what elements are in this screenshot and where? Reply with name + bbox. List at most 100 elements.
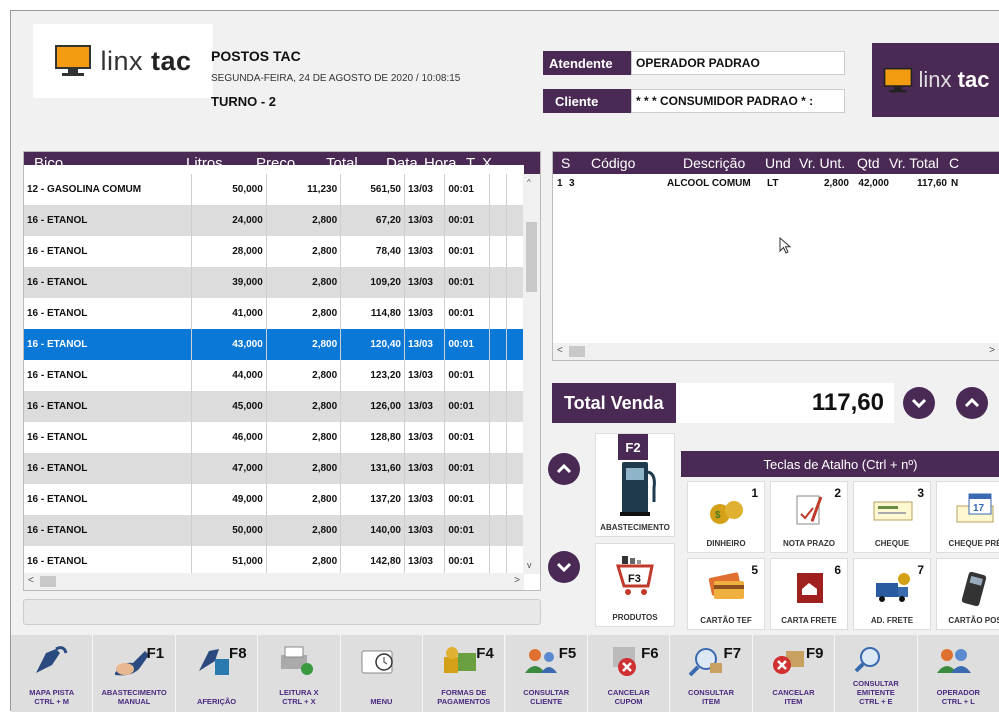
col-codigo[interactable]: Código [577,155,669,171]
shopping-cart-icon: F3 [616,556,654,595]
items-hscrollbar[interactable]: < > [553,343,999,360]
col-x[interactable]: X [478,155,494,172]
message-bar [23,599,541,625]
pump-row[interactable]: 16 - ETANOL 46,000 2,800 128,80 13/03 00:01 [24,422,525,453]
cancel-item-icon [772,651,804,674]
cell-bico: 16 - ETANOL [24,298,193,329]
pump-grid-header: Bico Litros Preço Total Data Hora T X [24,152,540,174]
shortcut-cheque-pré[interactable]: 417CHEQUE PRÉ [936,481,999,553]
pump-row[interactable]: 12 - GASOLINA COMUM 50,000 11,230 561,50 13/… [24,174,525,205]
hscroll-thumb[interactable] [569,346,585,357]
pump-row[interactable]: 16 - ETANOL 28,000 2,800 78,40 13/03 00:01 [24,236,525,267]
pump-hscrollbar[interactable]: < > [24,573,524,590]
logo-text-bold: tac [151,45,192,76]
scroll-up-button[interactable] [956,387,988,419]
cell-x [506,391,525,422]
col-s[interactable]: S [553,155,577,171]
cell-total: 561,50 [340,174,405,205]
cell-total: 123,20 [340,360,405,391]
toolbar-button-abastecimento[interactable]: F1 ABASTECIMENTO MANUAL [93,635,176,712]
toolbar-button-leitura-x[interactable]: LEITURA X CTRL + X [258,635,341,712]
cell-hora: 00:01 [444,236,490,267]
toolbar-button-consultar[interactable]: F7 CONSULTAR ITEM [670,635,753,712]
pump-row[interactable]: 16 - ETANOL 39,000 2,800 109,20 13/03 00:01 [24,267,525,298]
pump-scrollbar[interactable]: ^ v [523,174,540,574]
cell-s: 1 [557,177,563,189]
freight-letter-icon [797,573,823,603]
toolbar-button-consultar[interactable]: CONSULTAR EMITENTE CTRL + E [835,635,918,712]
shortcut-cartão-pos[interactable]: 8CARTÃO POS [936,558,999,630]
toolbar-button-menu[interactable]: MENU [340,635,424,712]
toolbar-button-consultar[interactable]: F5 CONSULTAR CLIENTE [505,635,588,712]
pump-row[interactable]: 16 - ETANOL 44,000 2,800 123,20 13/03 00:01 [24,360,525,391]
col-data[interactable]: Data [382,155,420,172]
pump-row[interactable]: 16 - ETANOL 41,000 2,800 114,80 13/03 00:01 [24,298,525,329]
pump-row[interactable]: 16 - ETANOL 47,000 2,800 131,60 13/03 00:01 [24,453,525,484]
toolbar-button-mapa-pista[interactable]: MAPA PISTA CTRL + M [11,635,94,712]
toolbar-button-aferição[interactable]: F8 AFERIÇÃO [175,635,259,712]
col-c[interactable]: C [945,155,959,171]
pump-row[interactable]: 16 - ETANOL 49,000 2,800 137,20 13/03 00:01 [24,484,525,515]
scroll-down-button[interactable] [903,387,935,419]
pump-row[interactable]: 16 - ETANOL 50,000 2,800 140,00 13/03 00:01 [24,515,525,546]
scroll-left-icon[interactable]: < [557,345,563,356]
client-field[interactable]: * * * CONSUMIDOR PADRAO * : [631,89,845,113]
abastecimento-button[interactable]: F2 ABASTECIMENTO [595,433,675,537]
shortcut-cheque[interactable]: 3 CHEQUE [853,481,931,553]
toolbar-label: CANCELAR ITEM [772,688,815,706]
cell-t [489,391,507,422]
scroll-left-icon[interactable]: < [28,575,34,586]
cell-hora: 00:01 [444,298,490,329]
scroll-up-icon[interactable]: ^ [527,178,531,187]
toolbar-button-cancelar[interactable]: F9 CANCELAR ITEM [752,635,836,712]
shortcut-nota-prazo[interactable]: 2 NOTA PRAZO [770,481,848,553]
function-key: F1 [146,645,165,662]
shortcut-cartão-tef[interactable]: 5 CARTÃO TEF [687,558,765,630]
cell-total: 126,00 [340,391,405,422]
shortcut-carta-frete[interactable]: 6 CARTA FRETE [770,558,848,630]
cell-preco: 2,800 [266,236,342,267]
col-descricao[interactable]: Descrição [669,155,761,171]
scroll-thumb[interactable] [526,222,537,292]
col-vr-total[interactable]: Vr. Total [885,155,945,171]
col-litros[interactable]: Litros [182,155,252,172]
item-row[interactable]: 1 3 ALCOOL COMUM LT 2,800 42,000 117,60 N [553,176,999,190]
total-label: Total Venda [552,383,676,423]
col-t[interactable]: T [462,155,478,172]
col-preco[interactable]: Preço [252,155,322,172]
cell-hora: 00:01 [444,453,490,484]
scroll-right-icon[interactable]: > [989,345,995,356]
logo-text: linx [100,45,143,76]
col-vr-unt[interactable]: Vr. Unt. [795,155,853,171]
shortcut-ad-frete[interactable]: 7 AD. FRETE [853,558,931,630]
pump-row[interactable]: 16 - ETANOL 24,000 2,800 67,20 13/03 00:01 [24,205,525,236]
search-emitter-icon [854,647,881,673]
users-icon [524,649,557,673]
shortcut-dinheiro[interactable]: 1 $ DINHEIRO [687,481,765,553]
cell-preco: 2,800 [266,391,342,422]
cell-data: 13/03 [404,422,446,453]
cell-data: 13/03 [404,453,446,484]
toolbar-button-cancelar[interactable]: F6 CANCELAR CUPOM [587,635,671,712]
col-hora[interactable]: Hora [420,155,462,172]
scroll-right-icon[interactable]: > [514,575,520,586]
col-bico[interactable]: Bico [24,155,182,172]
col-und[interactable]: Und [761,155,795,171]
toolbar-button-operador[interactable]: OPERADOR CTRL + L [917,635,999,712]
page-down-button[interactable] [548,551,580,583]
pump-row[interactable]: 16 - ETANOL 43,000 2,800 120,40 13/03 00:01 [24,329,525,360]
scroll-down-icon[interactable]: v [527,560,532,570]
produtos-button[interactable]: F3 F3 PRODUTOS [595,543,675,627]
col-total[interactable]: Total [322,155,382,172]
cell-t [489,329,507,360]
attendant-field[interactable]: OPERADOR PADRAO [631,51,845,75]
toolbar-button-formas-de[interactable]: F4 FORMAS DE PAGAMENTOS [423,635,506,712]
page-up-button[interactable] [548,453,580,485]
hscroll-thumb[interactable] [40,576,56,587]
cell-litros: 49,000 [191,484,267,515]
cell-hora: 00:01 [444,205,490,236]
col-qtd[interactable]: Qtd [853,155,885,171]
pump-row[interactable]: 16 - ETANOL 45,000 2,800 126,00 13/03 00:01 [24,391,525,422]
svg-text:$: $ [715,510,721,521]
cell-litros: 45,000 [191,391,267,422]
